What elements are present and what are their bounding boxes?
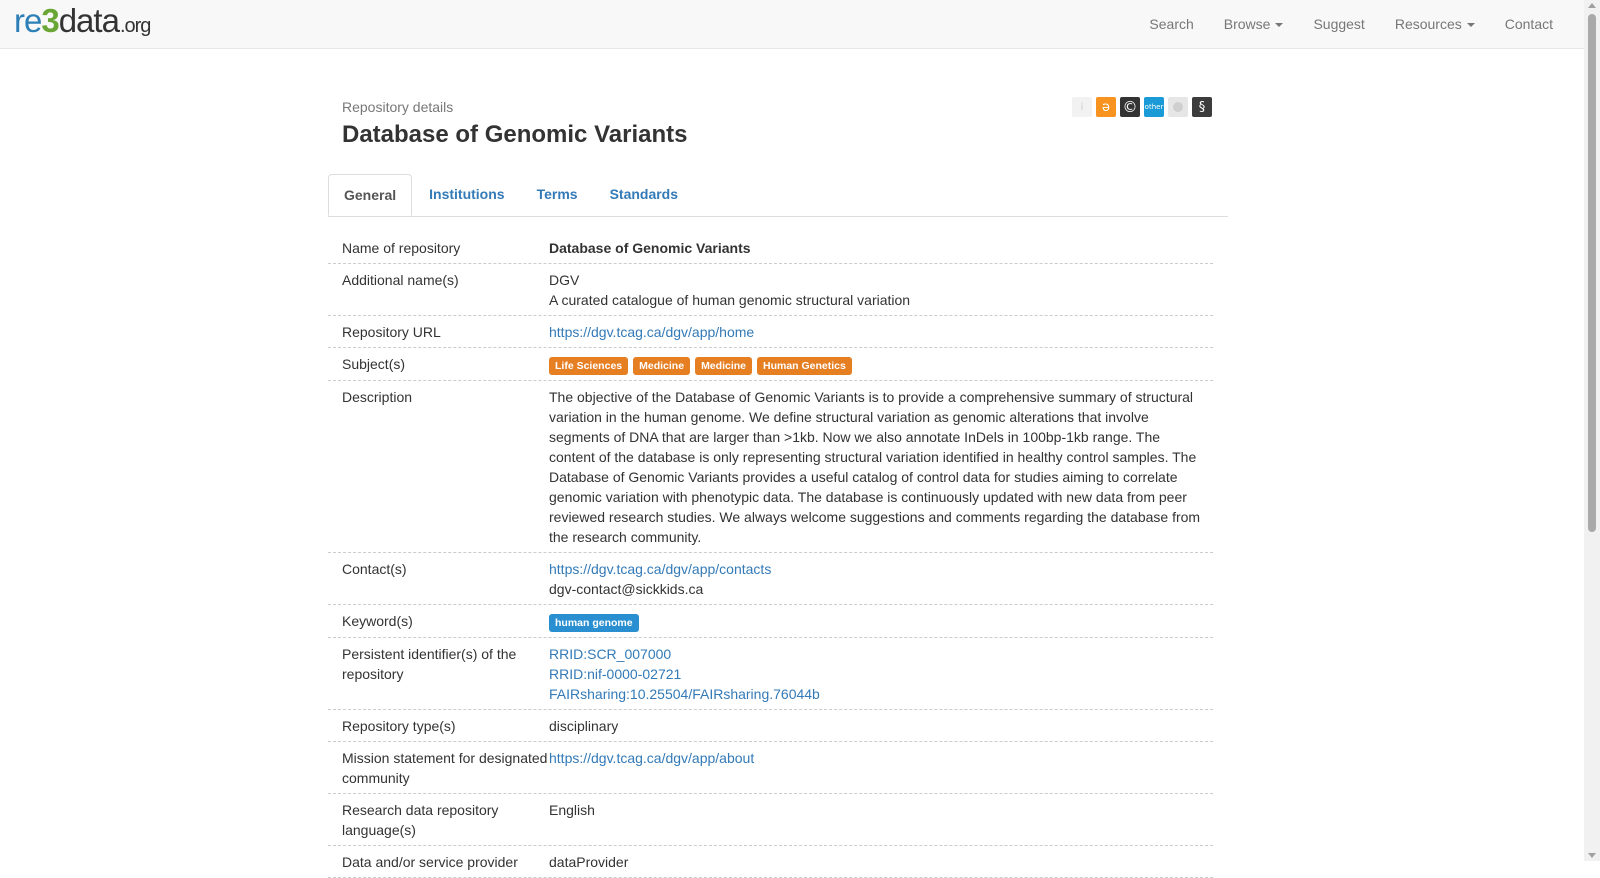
tab-terms[interactable]: Terms bbox=[522, 174, 593, 215]
row-provider: Data and/or service provider dataProvide… bbox=[328, 846, 1213, 878]
row-name: Name of repository Database of Genomic V… bbox=[328, 232, 1213, 264]
contact-email: dgv-contact@sickkids.ca bbox=[549, 581, 704, 597]
repository-type: disciplinary bbox=[549, 718, 619, 734]
row-contacts: Contact(s) https://dgv.tcag.ca/dgv/app/c… bbox=[328, 553, 1213, 605]
nav-resources[interactable]: Resources bbox=[1380, 0, 1490, 49]
description-text: The objective of the Database of Genomic… bbox=[549, 389, 1201, 545]
row-repository-type: Repository type(s) disciplinary bbox=[328, 710, 1213, 742]
logo-org: .org bbox=[119, 15, 151, 37]
row-label: Keyword(s) bbox=[342, 613, 413, 629]
row-pids: Persistent identifier(s) of the reposito… bbox=[328, 638, 1213, 710]
pid-link[interactable]: RRID:nif-0000-02721 bbox=[549, 664, 1203, 684]
other-license-icon[interactable]: other bbox=[1144, 97, 1164, 117]
logo-re: re bbox=[14, 2, 42, 39]
chevron-down-icon bbox=[1275, 23, 1284, 28]
logo-data: data bbox=[58, 2, 120, 39]
pid-link[interactable]: RRID:SCR_007000 bbox=[549, 644, 1203, 664]
subject-badge[interactable]: Medicine bbox=[695, 357, 752, 375]
row-label: Repository type(s) bbox=[342, 718, 456, 734]
main-nav: Search Browse Suggest Resources Contact bbox=[1134, 0, 1568, 49]
nav-suggest-label: Suggest bbox=[1313, 16, 1365, 32]
nav-contact-label: Contact bbox=[1504, 16, 1553, 32]
tab-general[interactable]: General bbox=[328, 174, 413, 216]
row-label: Repository URL bbox=[342, 324, 441, 340]
subject-badge[interactable]: Human Genetics bbox=[757, 357, 852, 375]
repository-name: Database of Genomic Variants bbox=[549, 240, 751, 256]
row-label: Research data repository language(s) bbox=[342, 802, 499, 838]
nav-search-label: Search bbox=[1149, 16, 1194, 32]
pid-link[interactable]: FAIRsharing:10.25504/FAIRsharing.76044b bbox=[549, 684, 1203, 704]
row-additional-names: Additional name(s) DGV A curated catalog… bbox=[328, 264, 1213, 316]
additional-name: DGV bbox=[549, 272, 580, 288]
open-access-icon[interactable]: ə bbox=[1096, 97, 1116, 117]
row-description: Description The objective of the Databas… bbox=[328, 381, 1213, 553]
nav-suggest[interactable]: Suggest bbox=[1298, 0, 1379, 49]
row-url: Repository URL https://dgv.tcag.ca/dgv/a… bbox=[328, 316, 1213, 348]
nav-contact[interactable]: Contact bbox=[1490, 0, 1568, 49]
subject-badge[interactable]: Medicine bbox=[633, 357, 691, 375]
row-label: Data and/or service provider bbox=[342, 854, 518, 870]
page-title: Database of Genomic Variants bbox=[342, 121, 688, 148]
row-label: Contact(s) bbox=[342, 561, 407, 577]
copyright-icon[interactable]: © bbox=[1120, 97, 1140, 117]
scrollbar-thumb[interactable] bbox=[1588, 14, 1596, 532]
logo-three: 3 bbox=[41, 2, 59, 39]
chevron-down-icon bbox=[1466, 23, 1475, 28]
row-mission: Mission statement for designated communi… bbox=[328, 742, 1213, 794]
subject-badge[interactable]: Life Sciences bbox=[549, 357, 629, 375]
navbar: re3data.org Search Browse Suggest Resour… bbox=[0, 0, 1584, 49]
detail-tabs: General Institutions Terms Standards bbox=[328, 174, 1228, 217]
info-icon[interactable]: i bbox=[1072, 97, 1092, 117]
nav-browse-label: Browse bbox=[1223, 16, 1271, 32]
row-subjects: Subject(s) Life Sciences Medicine Medici… bbox=[328, 348, 1213, 381]
scroll-down-icon[interactable] bbox=[1588, 853, 1596, 858]
row-label: Mission statement for designated communi… bbox=[342, 750, 548, 786]
row-label: Additional name(s) bbox=[342, 272, 459, 288]
keyword-badge[interactable]: human genome bbox=[549, 614, 639, 632]
tab-standards[interactable]: Standards bbox=[595, 174, 693, 215]
row-label: Description bbox=[342, 389, 413, 405]
nav-resources-label: Resources bbox=[1394, 16, 1462, 32]
row-label: Subject(s) bbox=[342, 356, 406, 372]
repository-icons: i ə © other § bbox=[1072, 97, 1212, 117]
contact-link[interactable]: https://dgv.tcag.ca/dgv/app/contacts bbox=[549, 559, 1203, 579]
additional-name: A curated catalogue of human genomic str… bbox=[549, 292, 911, 308]
site-logo[interactable]: re3data.org bbox=[14, 2, 151, 44]
mission-link[interactable]: https://dgv.tcag.ca/dgv/app/about bbox=[549, 750, 754, 766]
nav-search[interactable]: Search bbox=[1134, 0, 1208, 49]
row-language: Research data repository language(s) Eng… bbox=[328, 794, 1213, 846]
row-keywords: Keyword(s) human genome bbox=[328, 605, 1213, 638]
policy-icon[interactable]: § bbox=[1192, 97, 1212, 117]
row-label: Persistent identifier(s) of the reposito… bbox=[342, 646, 517, 682]
page-subtitle: Repository details bbox=[342, 99, 454, 115]
page-scrollbar[interactable] bbox=[1584, 0, 1600, 861]
provider-type: dataProvider bbox=[549, 854, 629, 870]
tab-institutions[interactable]: Institutions bbox=[414, 174, 519, 215]
row-label: Name of repository bbox=[342, 240, 461, 256]
repository-url-link[interactable]: https://dgv.tcag.ca/dgv/app/home bbox=[549, 324, 754, 340]
nav-browse[interactable]: Browse bbox=[1209, 0, 1299, 49]
details-table: Name of repository Database of Genomic V… bbox=[328, 232, 1213, 878]
certificate-icon[interactable] bbox=[1168, 97, 1188, 117]
scroll-up-icon[interactable] bbox=[1588, 3, 1596, 8]
repository-language: English bbox=[549, 802, 595, 818]
